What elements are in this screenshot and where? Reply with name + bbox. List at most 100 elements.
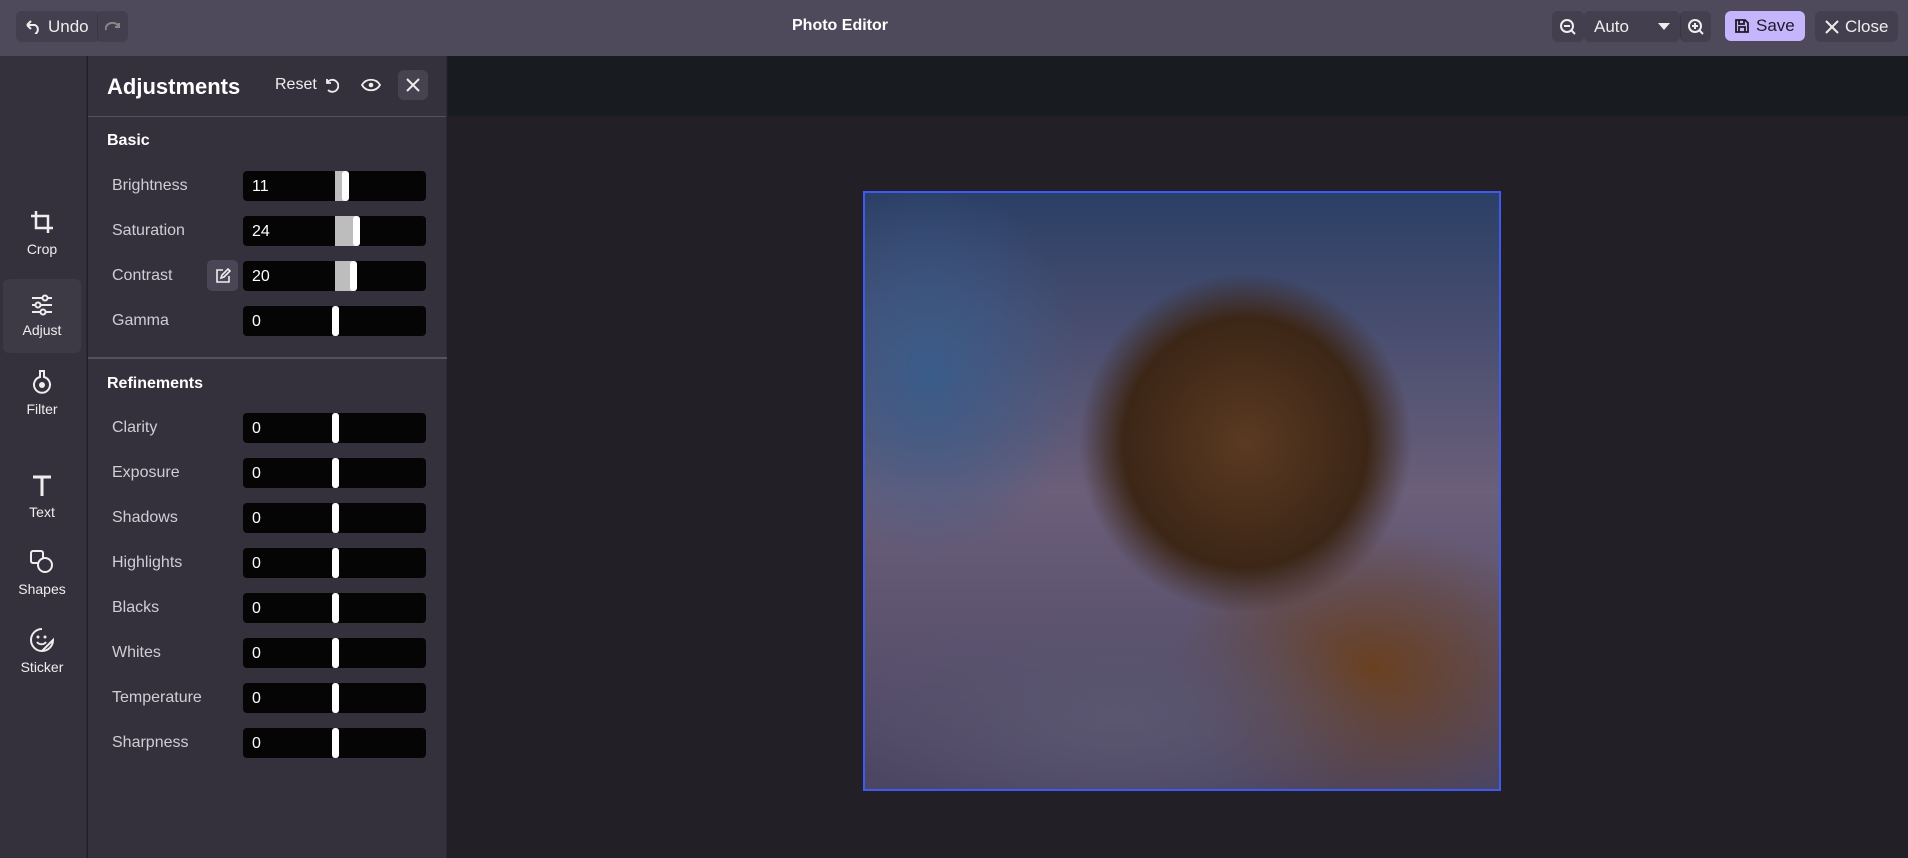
- close-icon: [406, 78, 420, 92]
- whites-slider[interactable]: 0: [243, 638, 426, 668]
- adjust-label: Temperature: [112, 689, 202, 706]
- adjust-label: Exposure: [112, 464, 180, 481]
- slider-value: 0: [252, 735, 261, 752]
- photo-canvas-dog-image[interactable]: [863, 191, 1501, 791]
- slider-handle[interactable]: [331, 728, 339, 758]
- close-icon: [1825, 19, 1839, 34]
- save-label: Save: [1756, 16, 1795, 35]
- preview-toggle-button[interactable]: [361, 78, 381, 92]
- sticker-icon: [29, 627, 55, 653]
- adjust-row-sharpness: Sharpness 0: [88, 728, 447, 758]
- tool-sticker[interactable]: Sticker: [3, 614, 81, 688]
- chevron-down-icon: [1658, 23, 1670, 30]
- clarity-slider[interactable]: 0: [243, 413, 426, 443]
- tool-shapes[interactable]: Shapes: [3, 536, 81, 610]
- zoom-in-icon: [1687, 18, 1705, 36]
- tool-label: Shapes: [18, 581, 66, 597]
- zoom-out-icon: [1559, 18, 1577, 36]
- adjust-label: Whites: [112, 644, 161, 661]
- temperature-slider[interactable]: 0: [243, 683, 426, 713]
- slider-handle[interactable]: [331, 683, 339, 713]
- brightness-slider[interactable]: 11: [243, 171, 426, 201]
- save-button[interactable]: Save: [1725, 11, 1805, 41]
- slider-handle[interactable]: [331, 503, 339, 533]
- save-icon: [1734, 18, 1750, 34]
- adjust-row-clarity: Clarity 0: [88, 413, 447, 443]
- tool-filter[interactable]: Filter: [3, 356, 81, 430]
- slider-value: 0: [252, 420, 261, 437]
- zoom-value: Auto: [1594, 16, 1629, 36]
- adjust-label: Sharpness: [112, 734, 189, 751]
- edit-icon: [215, 267, 231, 283]
- tool-rail: Crop Adjust Filter Text Shapes Sticker: [0, 56, 87, 858]
- tool-adjust[interactable]: Adjust: [3, 279, 81, 353]
- slider-value: 0: [252, 555, 261, 572]
- slider-value: 11: [252, 178, 269, 195]
- tool-label: Text: [29, 504, 55, 520]
- text-icon: [31, 474, 53, 498]
- top-bar: Undo Photo Editor Auto Save Close: [0, 0, 1908, 56]
- edit-value-button[interactable]: [207, 260, 238, 291]
- slider-handle[interactable]: [331, 306, 339, 336]
- slider-value: 0: [252, 645, 261, 662]
- canvas-toolbar-area: [448, 56, 1908, 116]
- slider-handle[interactable]: [349, 261, 357, 291]
- slider-value: 0: [252, 465, 261, 482]
- saturation-slider[interactable]: 24: [243, 216, 426, 246]
- reset-icon: [323, 77, 339, 93]
- slider-handle[interactable]: [331, 638, 339, 668]
- adjust-row-whites: Whites 0: [88, 638, 447, 668]
- close-button[interactable]: Close: [1815, 11, 1899, 42]
- slider-value: 0: [252, 510, 261, 527]
- adjust-row-temperature: Temperature 0: [88, 683, 447, 713]
- close-label: Close: [1845, 16, 1889, 36]
- adjust-row-saturation: Saturation 24: [88, 216, 447, 246]
- sharpness-slider[interactable]: 0: [243, 728, 426, 758]
- adjust-label: Clarity: [112, 419, 158, 436]
- tool-label: Crop: [26, 241, 58, 257]
- slider-value: 0: [252, 313, 261, 330]
- blacks-slider[interactable]: 0: [243, 593, 426, 623]
- slider-value: 20: [252, 268, 270, 285]
- eye-icon: [361, 78, 381, 92]
- adjust-row-highlights: Highlights 0: [88, 548, 447, 578]
- close-panel-button[interactable]: [398, 70, 428, 100]
- reset-button[interactable]: Reset: [275, 76, 339, 94]
- adjust-row-shadows: Shadows 0: [88, 503, 447, 533]
- adjust-row-blacks: Blacks 0: [88, 593, 447, 623]
- slider-handle[interactable]: [331, 548, 339, 578]
- slider-value: 24: [252, 223, 270, 240]
- shadows-slider[interactable]: 0: [243, 503, 426, 533]
- section-basic: Basic: [107, 132, 150, 149]
- panel-title: Adjustments: [107, 74, 241, 99]
- slider-handle[interactable]: [341, 171, 349, 201]
- gamma-slider[interactable]: 0: [243, 306, 426, 336]
- sliders-icon: [30, 294, 54, 316]
- section-refinements: Refinements: [107, 375, 204, 392]
- adjust-row-contrast: Contrast 20: [88, 260, 447, 291]
- divider: [88, 357, 447, 359]
- tool-label: Filter: [26, 401, 58, 417]
- zoom-select[interactable]: Auto: [1584, 11, 1680, 42]
- tool-crop[interactable]: Crop: [3, 196, 81, 270]
- zoom-out-button[interactable]: [1552, 11, 1584, 42]
- adjust-label: Highlights: [112, 554, 183, 571]
- slider-handle[interactable]: [331, 413, 339, 443]
- slider-handle[interactable]: [331, 458, 339, 488]
- contrast-slider[interactable]: 20: [243, 261, 426, 291]
- adjust-label: Saturation: [112, 222, 185, 239]
- adjust-label: Brightness: [112, 177, 188, 194]
- adjust-label: Blacks: [112, 599, 160, 616]
- slider-handle[interactable]: [353, 216, 361, 246]
- adjust-label: Gamma: [112, 312, 169, 329]
- adjust-label: Contrast: [112, 267, 173, 284]
- tool-label: Adjust: [22, 322, 62, 338]
- shapes-icon: [29, 549, 55, 575]
- zoom-in-button[interactable]: [1680, 11, 1711, 42]
- slider-value: 0: [252, 690, 261, 707]
- tool-text[interactable]: Text: [3, 460, 81, 534]
- slider-handle[interactable]: [331, 593, 339, 623]
- highlights-slider[interactable]: 0: [243, 548, 426, 578]
- exposure-slider[interactable]: 0: [243, 458, 426, 488]
- adjust-label: Shadows: [112, 509, 178, 526]
